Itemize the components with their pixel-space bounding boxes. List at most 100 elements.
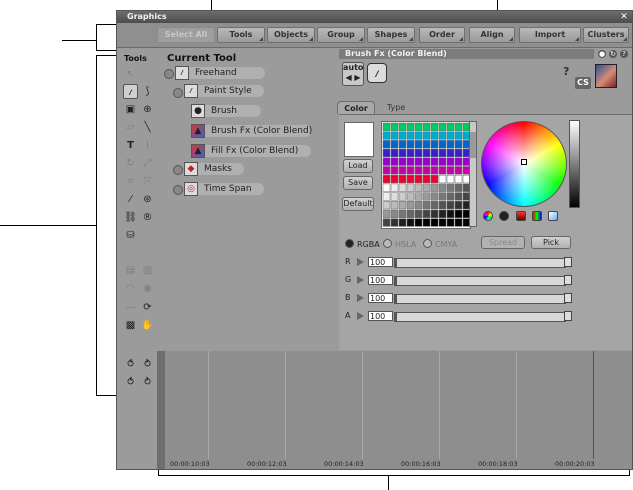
palette-swatch[interactable] [414, 131, 423, 140]
palette-swatch[interactable] [390, 166, 399, 175]
palette-swatch[interactable] [438, 166, 447, 175]
palette-swatch[interactable] [398, 209, 407, 218]
palette-swatch[interactable] [398, 218, 407, 227]
title-bar[interactable]: Graphics ✕ [117, 11, 632, 23]
palette-swatch[interactable] [454, 218, 463, 227]
ellipse-icon[interactable]: ⊕ [140, 102, 155, 117]
palette-swatch[interactable] [438, 218, 447, 227]
node-time-span[interactable]: ◎ Time Span [184, 182, 264, 196]
text-icon[interactable]: T [123, 138, 138, 153]
palette-swatch[interactable] [422, 140, 431, 149]
channel-slider[interactable] [394, 276, 566, 286]
palette-swatch[interactable] [406, 131, 415, 140]
align-menu-button[interactable]: Align [469, 27, 515, 43]
palette-swatch[interactable] [406, 166, 415, 175]
palette-scrollbar[interactable] [469, 121, 477, 227]
palette-swatch[interactable] [390, 174, 399, 184]
eyedropper-icon[interactable]: ⁄ [123, 192, 138, 207]
palette-swatch[interactable] [398, 166, 407, 175]
palette-swatch[interactable] [390, 209, 399, 218]
palette-swatch[interactable] [406, 122, 415, 131]
palette-swatch[interactable] [390, 192, 399, 201]
palette-swatch[interactable] [382, 209, 391, 218]
crop-icon[interactable]: ⌗ [123, 174, 138, 189]
pointer-icon[interactable]: ↖ [123, 67, 138, 82]
onion-next-icon[interactable]: ⥁ [140, 357, 155, 372]
palette-swatch[interactable] [382, 192, 391, 201]
palette-swatch[interactable] [454, 148, 463, 158]
order-menu-button[interactable]: Order [419, 27, 465, 43]
palette-swatch[interactable] [406, 140, 415, 149]
select-all-button[interactable]: Select All [157, 27, 215, 43]
palette-swatch[interactable] [406, 174, 415, 184]
palette-swatch[interactable] [398, 131, 407, 140]
palette-swatch[interactable] [382, 140, 391, 149]
link-icon[interactable]: ⛓ [123, 210, 138, 225]
palette-swatch[interactable] [398, 122, 407, 131]
palette-swatch[interactable] [422, 174, 431, 184]
hand-icon[interactable]: ✋ [140, 318, 155, 333]
palette-swatch[interactable] [438, 183, 447, 192]
palette-swatch[interactable] [454, 192, 463, 201]
palette-swatch[interactable] [422, 166, 431, 175]
palette-swatch[interactable] [406, 148, 415, 158]
node-masks[interactable]: ◆ Masks [184, 162, 244, 176]
palette-swatch[interactable] [438, 122, 447, 131]
refresh-icon[interactable]: ⟳ [140, 300, 155, 315]
line-icon[interactable]: ╲ [140, 120, 155, 135]
mode-grid-icon[interactable] [548, 211, 558, 221]
rotate-icon[interactable]: ↻ [123, 156, 138, 171]
palette-swatch[interactable] [430, 174, 439, 184]
channel-arrow-icon[interactable] [357, 294, 364, 302]
palette-swatch[interactable] [422, 209, 431, 218]
bucket-icon[interactable]: ⛁ [123, 228, 138, 243]
palette-swatch[interactable] [390, 122, 399, 131]
unlock-icon[interactable]: ▥ [140, 263, 155, 278]
tools-menu-button[interactable]: Tools [217, 27, 265, 43]
palette-swatch[interactable] [382, 157, 391, 166]
palette-swatch[interactable] [382, 131, 391, 140]
brightness-slider[interactable] [569, 120, 580, 208]
palette-swatch[interactable] [398, 201, 407, 210]
palette-swatch[interactable] [446, 140, 455, 149]
palette-swatch[interactable] [382, 183, 391, 192]
panel-help-icon[interactable]: ? [620, 50, 628, 58]
node-paint-style[interactable]: ⳇ Paint Style [184, 84, 264, 98]
palette-swatch[interactable] [382, 218, 391, 227]
group-menu-button[interactable]: Group [317, 27, 365, 43]
toggle-dot[interactable] [164, 69, 174, 79]
palette-swatch[interactable] [398, 157, 407, 166]
palette-swatch[interactable] [446, 166, 455, 175]
palette-swatch[interactable] [446, 192, 455, 201]
eraser-icon[interactable]: ▱ [123, 120, 138, 135]
channel-value[interactable]: 100 [368, 311, 393, 321]
cs-badge[interactable]: CS [575, 77, 591, 89]
color-palette[interactable] [381, 121, 471, 229]
palette-swatch[interactable] [390, 218, 399, 227]
palette-swatch[interactable] [454, 209, 463, 218]
minus-icon[interactable]: — [123, 300, 138, 315]
radio-cmya[interactable]: CMYA [423, 239, 457, 250]
palette-swatch[interactable] [446, 201, 455, 210]
channel-slider[interactable] [394, 312, 566, 322]
text-vertical-icon[interactable]: Ⅰ [140, 138, 155, 153]
palette-swatch[interactable] [446, 174, 455, 184]
target-icon[interactable]: ⊛ [140, 192, 155, 207]
tab-type[interactable]: Type [381, 101, 411, 114]
channel-arrow-icon[interactable] [357, 258, 364, 266]
palette-swatch[interactable] [446, 157, 455, 166]
palette-swatch[interactable] [422, 218, 431, 227]
scroll-thumb[interactable] [470, 132, 476, 158]
palette-swatch[interactable] [454, 183, 463, 192]
close-icon[interactable]: ✕ [619, 12, 629, 22]
palette-swatch[interactable] [398, 192, 407, 201]
palette-swatch[interactable] [406, 209, 415, 218]
palette-swatch[interactable] [414, 122, 423, 131]
palette-swatch[interactable] [382, 122, 391, 131]
palette-swatch[interactable] [430, 201, 439, 210]
palette-swatch[interactable] [438, 209, 447, 218]
channel-value[interactable]: 100 [368, 257, 393, 267]
pan-icon[interactable]: ⤧ [140, 174, 155, 189]
channel-value[interactable]: 100 [368, 293, 393, 303]
palette-swatch[interactable] [398, 174, 407, 184]
